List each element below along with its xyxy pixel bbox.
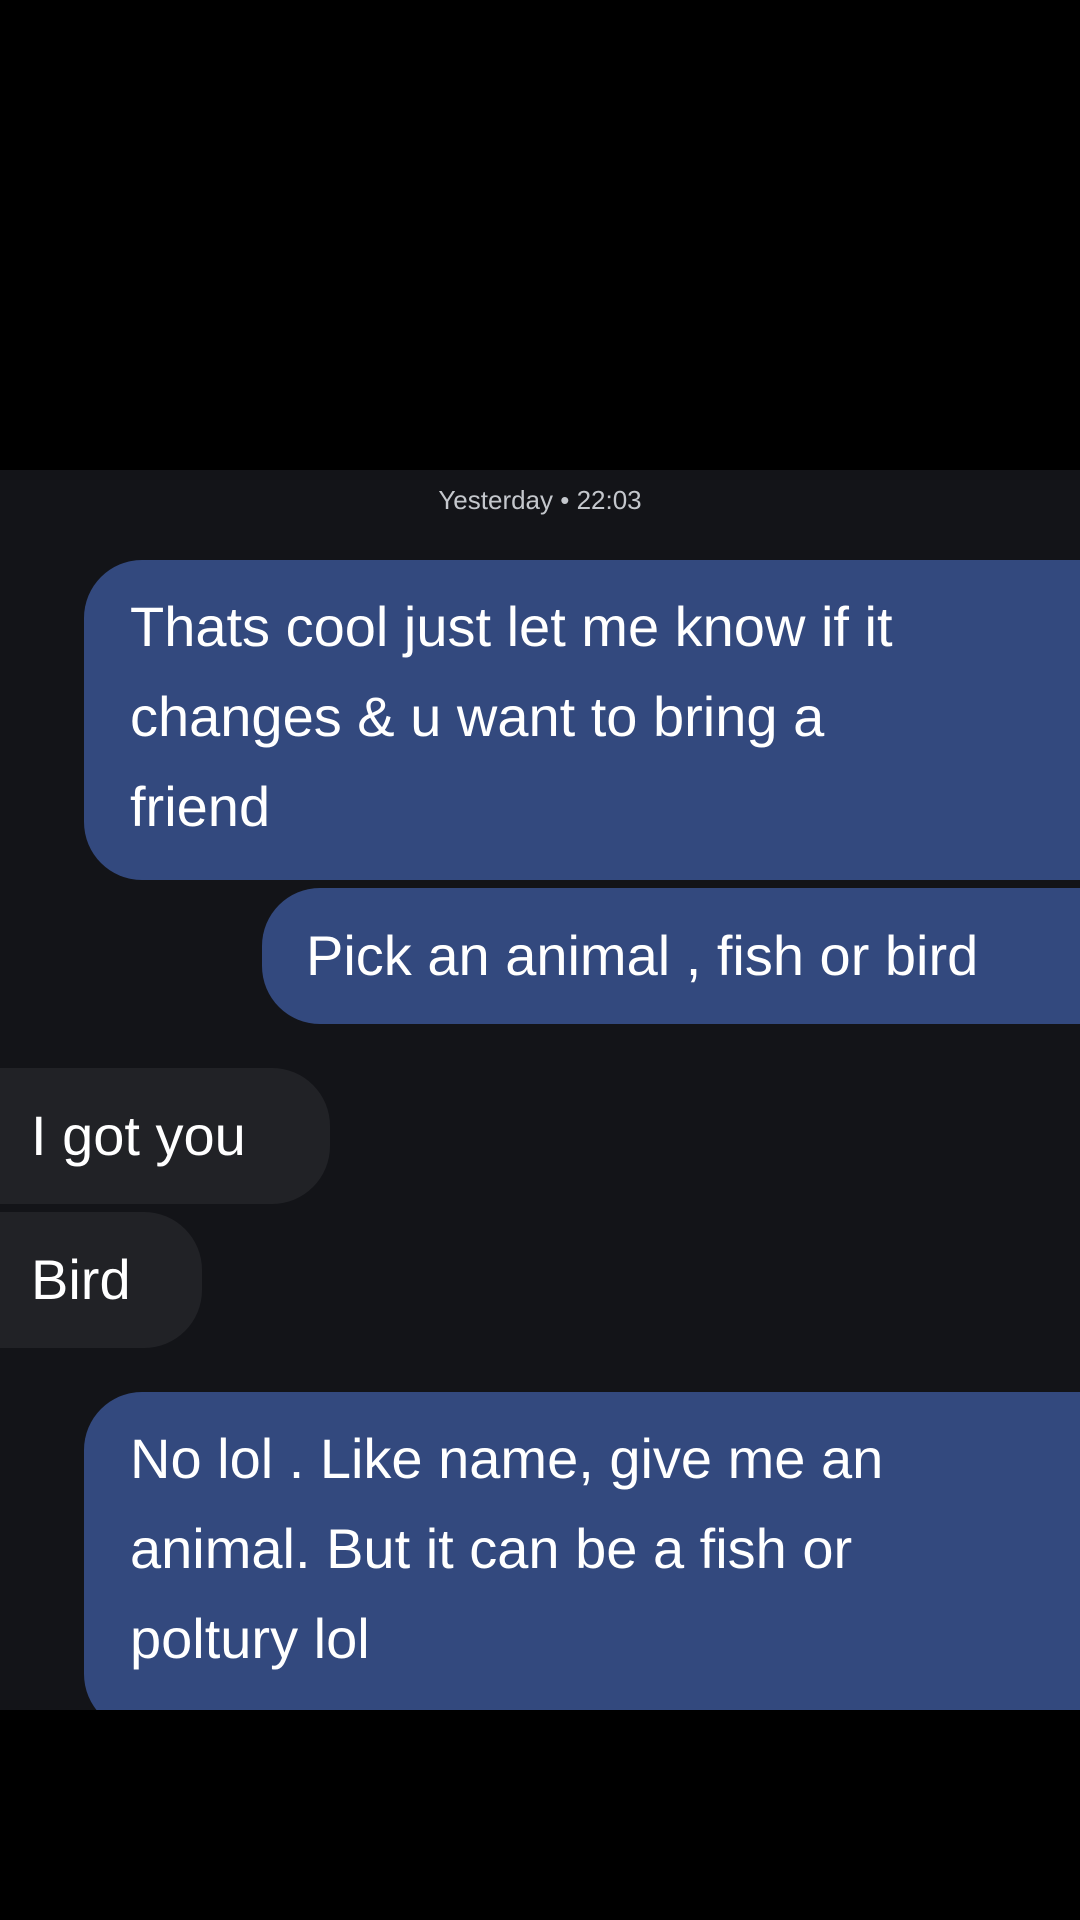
top-black-area <box>0 0 1080 470</box>
received-message-bubble[interactable]: Bird <box>0 1212 202 1348</box>
message-text: I got you <box>31 1104 246 1167</box>
message-text: Pick an animal , fish or bird <box>306 924 979 987</box>
message-text: No lol . Like name, give me an animal. B… <box>130 1427 884 1670</box>
message-text: Thats cool just let me know if it change… <box>130 595 893 838</box>
sent-message-bubble[interactable]: Thats cool just let me know if it change… <box>84 560 1080 880</box>
sent-message-bubble[interactable]: Pick an animal , fish or bird <box>262 888 1080 1024</box>
message-timestamp: Yesterday • 22:03 <box>438 485 642 515</box>
bottom-black-area <box>0 1710 1080 1920</box>
sent-message-bubble[interactable]: No lol . Like name, give me an animal. B… <box>84 1392 1080 1710</box>
conversation-view[interactable]: Yesterday • 22:03 Thats cool just let me… <box>0 470 1080 1710</box>
received-message-bubble[interactable]: I got you <box>0 1068 330 1204</box>
message-text: Bird <box>31 1248 131 1311</box>
